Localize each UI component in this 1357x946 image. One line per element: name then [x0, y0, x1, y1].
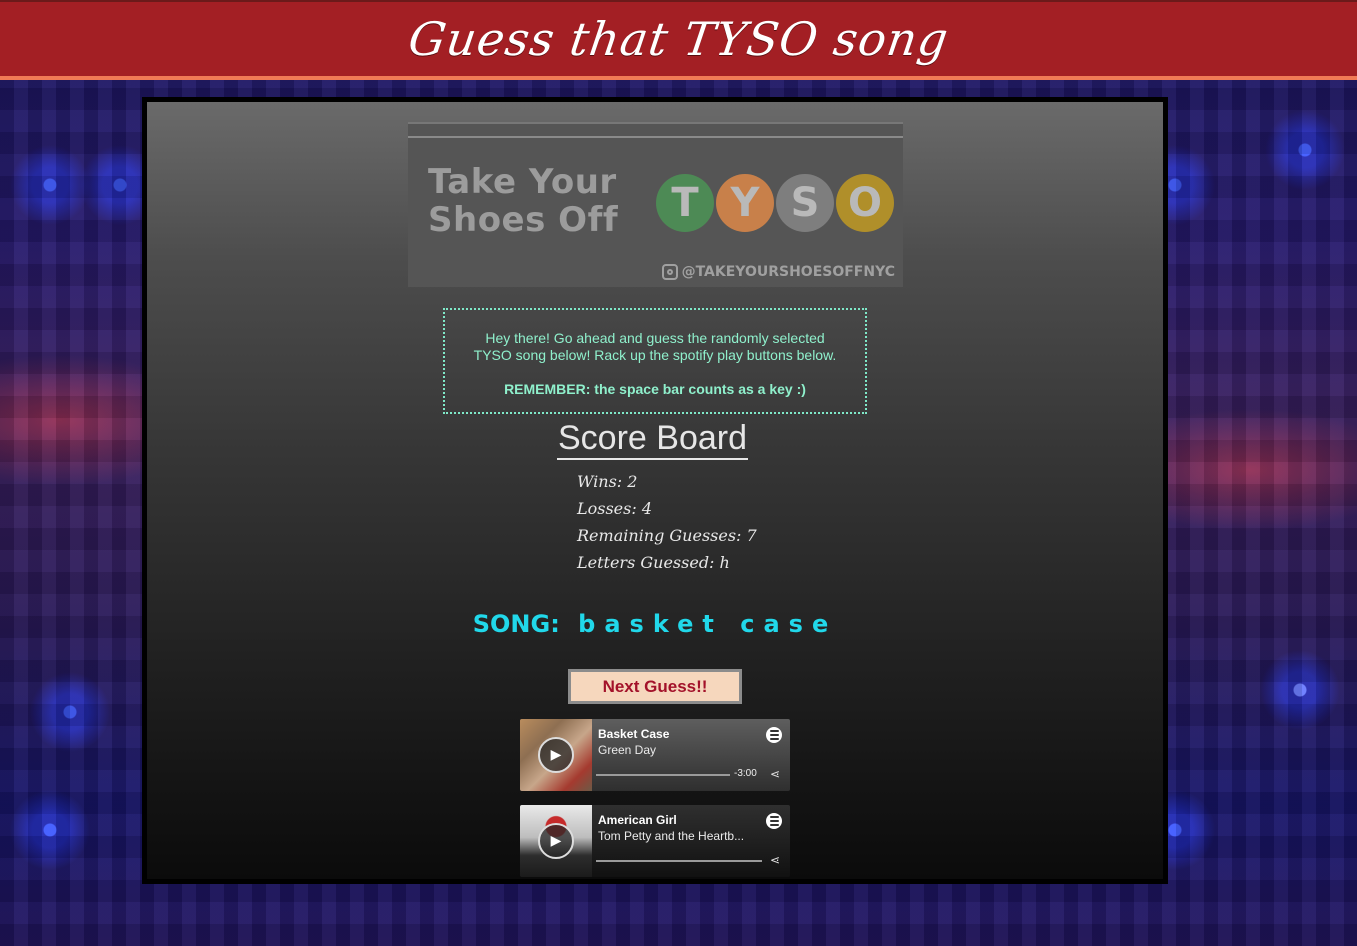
next-guess-button[interactable]: Next Guess!! — [568, 669, 742, 704]
progress-bar[interactable] — [596, 774, 730, 776]
logo-circle-y: Y — [716, 174, 774, 232]
track-title[interactable]: Basket Case — [598, 727, 784, 742]
page-title: Guess that TYSO song — [405, 12, 952, 66]
track-artist[interactable]: Green Day — [598, 742, 784, 759]
logo-circle-o: O — [836, 174, 894, 232]
song-display: SONG: basket case — [147, 610, 1163, 638]
logo-line-2: Shoes Off — [428, 200, 619, 240]
logo-line-1: Take Your — [428, 162, 617, 202]
spotify-icon[interactable] — [766, 727, 782, 743]
scoreboard-title: Score Board — [557, 418, 748, 460]
logo-letter-circles: T Y S O — [656, 174, 894, 232]
spotify-player-1: ▶ Basket Case Green Day -3:00 ⋖ — [520, 719, 790, 791]
instagram-handle-text: @TAKEYOURSHOESOFFNYC — [681, 264, 895, 280]
logo-circle-s: S — [776, 174, 834, 232]
progress-bar[interactable] — [596, 860, 762, 862]
letters-guessed: Letters Guessed: h — [577, 553, 730, 572]
intro-reminder: REMEMBER: the space bar counts as a key … — [504, 381, 806, 397]
logo-circle-t: T — [656, 174, 714, 232]
remaining-guesses: Remaining Guesses: 7 — [577, 526, 757, 545]
game-panel: Take Your Shoes Off T Y S O @TAKEYOURSHO… — [142, 97, 1168, 884]
scoreboard-stats: Wins: 2 Losses: 4 Remaining Guesses: 7 L… — [577, 468, 757, 576]
track-title[interactable]: American Girl — [598, 813, 784, 828]
losses-count: Losses: 4 — [577, 499, 653, 518]
album-art: ▶ — [520, 805, 592, 877]
play-icon[interactable]: ▶ — [538, 737, 574, 773]
song-word: basket case — [578, 610, 838, 638]
instagram-icon — [661, 264, 678, 280]
instagram-handle: @TAKEYOURSHOESOFFNYC — [661, 264, 895, 280]
play-icon[interactable]: ▶ — [538, 823, 574, 859]
wins-count: Wins: 2 — [577, 472, 638, 491]
track-info: Basket Case Green Day -3:00 ⋖ — [592, 719, 790, 791]
track-artist[interactable]: Tom Petty and the Heartb... — [598, 828, 784, 845]
song-label: SONG: — [472, 610, 560, 638]
intro-line-1: Hey there! Go ahead and guess the random… — [485, 330, 825, 346]
logo-top-rule — [408, 136, 903, 138]
intro-line-2: TYSO song below! Rack up the spotify pla… — [473, 347, 837, 363]
album-art: ▶ — [520, 719, 592, 791]
share-icon[interactable]: ⋖ — [770, 853, 780, 867]
intro-box: Hey there! Go ahead and guess the random… — [443, 308, 867, 414]
tyso-logo: Take Your Shoes Off T Y S O @TAKEYOURSHO… — [408, 122, 903, 287]
track-info: American Girl Tom Petty and the Heartb..… — [592, 805, 790, 877]
track-time: -3:00 — [734, 768, 757, 779]
page-header: Guess that TYSO song — [0, 0, 1357, 80]
spotify-player-2: ▶ American Girl Tom Petty and the Heartb… — [520, 805, 790, 877]
share-icon[interactable]: ⋖ — [770, 767, 780, 781]
spotify-icon[interactable] — [766, 813, 782, 829]
